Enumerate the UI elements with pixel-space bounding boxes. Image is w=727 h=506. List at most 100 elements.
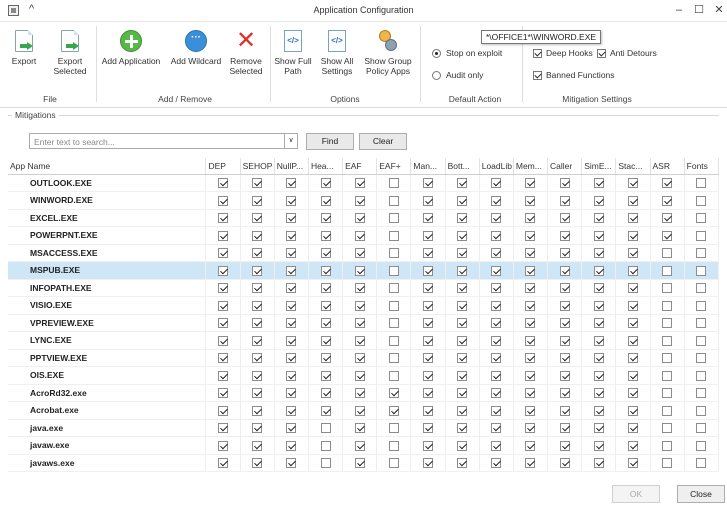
mitigation-checkbox[interactable] [696, 388, 707, 399]
mitigation-checkbox[interactable] [218, 195, 229, 206]
table-row[interactable]: VISIO.EXE [8, 296, 720, 315]
mitigation-checkbox[interactable] [457, 300, 468, 311]
mitigation-checkbox[interactable] [320, 423, 331, 434]
mitigation-checkbox[interactable] [559, 265, 570, 276]
mitigation-checkbox[interactable] [286, 440, 297, 451]
mitigation-checkbox[interactable] [354, 388, 365, 399]
mitigation-checkbox[interactable] [491, 388, 502, 399]
mitigation-checkbox[interactable] [559, 353, 570, 364]
mitigation-checkbox[interactable] [422, 423, 433, 434]
table-row[interactable]: WINWORD.EXE [8, 191, 720, 210]
mitigation-checkbox[interactable] [286, 230, 297, 241]
mitigation-checkbox[interactable] [252, 178, 263, 189]
table-row[interactable]: LYNC.EXE [8, 331, 720, 350]
mitigation-checkbox[interactable] [252, 248, 263, 259]
mitigation-checkbox[interactable] [662, 335, 673, 346]
mitigation-checkbox[interactable] [354, 458, 365, 469]
mitigation-checkbox[interactable] [593, 458, 604, 469]
table-row[interactable]: POWERPNT.EXE [8, 226, 720, 245]
mitigation-checkbox[interactable] [525, 458, 536, 469]
mitigation-checkbox[interactable] [252, 405, 263, 416]
mitigation-checkbox[interactable] [627, 265, 638, 276]
mitigation-checkbox[interactable] [627, 178, 638, 189]
mitigation-checkbox[interactable] [525, 195, 536, 206]
mitigation-checkbox[interactable] [525, 388, 536, 399]
close-window-button[interactable]: ✕ [710, 2, 727, 18]
mitigation-checkbox[interactable] [525, 230, 536, 241]
mitigation-checkbox[interactable] [593, 195, 604, 206]
mitigation-checkbox[interactable] [627, 300, 638, 311]
mitigation-checkbox[interactable] [218, 248, 229, 259]
mitigation-checkbox[interactable] [457, 213, 468, 224]
mitigation-checkbox[interactable] [286, 213, 297, 224]
column-header[interactable]: Bott... [445, 158, 480, 175]
mitigation-checkbox[interactable] [457, 440, 468, 451]
clear-button[interactable]: Clear [359, 133, 407, 150]
mitigation-checkbox[interactable] [218, 458, 229, 469]
find-button[interactable]: Find [306, 133, 354, 150]
export-selected-button[interactable]: Export Selected [50, 30, 90, 76]
anti-detours-checkbox[interactable]: Anti Detours [597, 48, 657, 58]
mitigation-checkbox[interactable] [388, 213, 399, 224]
mitigation-checkbox[interactable] [696, 405, 707, 416]
mitigation-checkbox[interactable] [525, 370, 536, 381]
mitigation-checkbox[interactable] [354, 440, 365, 451]
mitigation-checkbox[interactable] [252, 265, 263, 276]
column-header[interactable]: LoadLib [479, 158, 514, 175]
mitigation-checkbox[interactable] [662, 458, 673, 469]
mitigation-checkbox[interactable] [457, 230, 468, 241]
mitigation-checkbox[interactable] [252, 213, 263, 224]
close-button[interactable]: Close [677, 485, 725, 503]
mitigation-checkbox[interactable] [422, 213, 433, 224]
mitigation-checkbox[interactable] [252, 230, 263, 241]
maximize-button[interactable]: ☐ [690, 2, 708, 18]
table-row[interactable]: EXCEL.EXE [8, 209, 720, 227]
mitigation-checkbox[interactable] [662, 195, 673, 206]
mitigation-checkbox[interactable] [320, 230, 331, 241]
mitigation-checkbox[interactable] [388, 335, 399, 346]
mitigation-checkbox[interactable] [388, 230, 399, 241]
mitigation-checkbox[interactable] [354, 283, 365, 294]
table-row[interactable]: AcroRd32.exe [8, 384, 720, 402]
mitigation-checkbox[interactable] [662, 388, 673, 399]
mitigation-checkbox[interactable] [627, 230, 638, 241]
mitigation-checkbox[interactable] [662, 213, 673, 224]
mitigation-checkbox[interactable] [354, 265, 365, 276]
show-full-path-button[interactable]: </> Show Full Path [274, 30, 312, 76]
mitigation-checkbox[interactable] [559, 300, 570, 311]
mitigation-checkbox[interactable] [252, 388, 263, 399]
mitigation-checkbox[interactable] [627, 405, 638, 416]
column-header[interactable]: EAF [342, 158, 378, 175]
column-header[interactable]: EAF+ [376, 158, 412, 175]
mitigation-checkbox[interactable] [457, 248, 468, 259]
mitigation-checkbox[interactable] [252, 423, 263, 434]
mitigation-checkbox[interactable] [491, 230, 502, 241]
mitigation-checkbox[interactable] [286, 318, 297, 329]
mitigation-checkbox[interactable] [388, 370, 399, 381]
mitigation-checkbox[interactable] [422, 265, 433, 276]
mitigation-checkbox[interactable] [662, 440, 673, 451]
mitigation-checkbox[interactable] [388, 248, 399, 259]
mitigation-checkbox[interactable] [525, 405, 536, 416]
mitigation-checkbox[interactable] [696, 248, 707, 259]
mitigation-checkbox[interactable] [320, 213, 331, 224]
mitigation-checkbox[interactable] [388, 300, 399, 311]
mitigation-checkbox[interactable] [491, 178, 502, 189]
audit-only-radio[interactable]: Audit only [432, 70, 483, 80]
column-header[interactable]: ASR [650, 158, 685, 175]
mitigation-checkbox[interactable] [491, 423, 502, 434]
mitigation-checkbox[interactable] [388, 283, 399, 294]
table-row[interactable]: javaw.exe [8, 436, 720, 455]
table-row[interactable]: java.exe [8, 419, 720, 437]
mitigation-checkbox[interactable] [525, 318, 536, 329]
mitigation-checkbox[interactable] [457, 370, 468, 381]
mitigation-checkbox[interactable] [422, 388, 433, 399]
mitigation-checkbox[interactable] [525, 265, 536, 276]
mitigation-checkbox[interactable] [286, 195, 297, 206]
mitigation-checkbox[interactable] [593, 213, 604, 224]
mitigation-checkbox[interactable] [491, 300, 502, 311]
mitigation-checkbox[interactable] [286, 335, 297, 346]
mitigation-checkbox[interactable] [696, 353, 707, 364]
mitigation-checkbox[interactable] [286, 248, 297, 259]
mitigation-checkbox[interactable] [491, 440, 502, 451]
